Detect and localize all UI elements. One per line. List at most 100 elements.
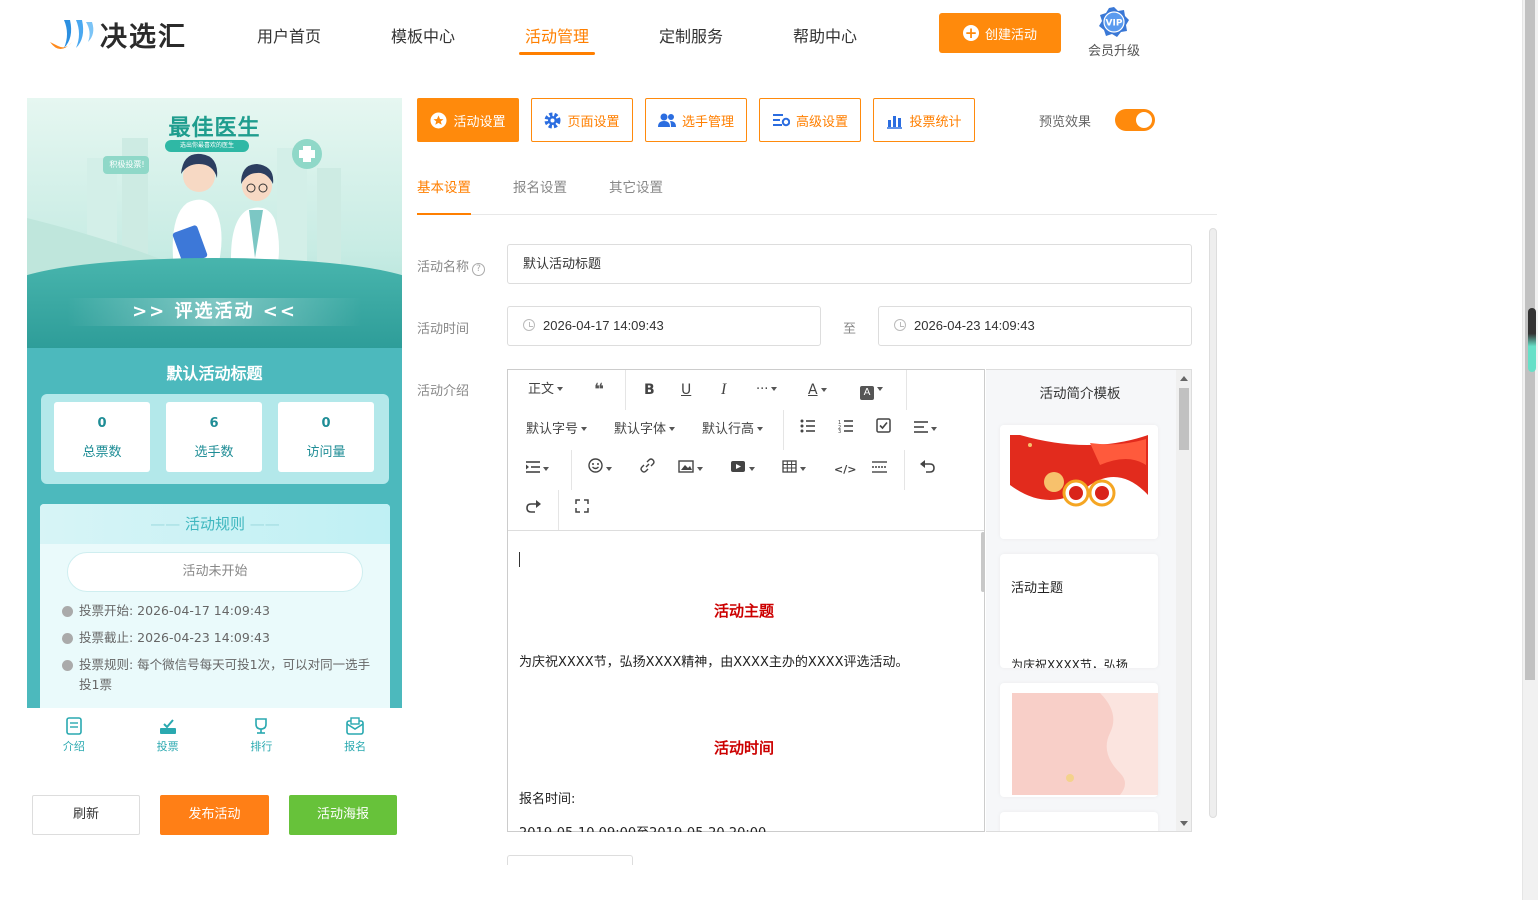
nav-template-center[interactable]: 模板中心 — [356, 0, 490, 70]
tab-label: 高级设置 — [795, 114, 848, 130]
template-scroll-thumb[interactable] — [1179, 388, 1189, 450]
nav-help-center[interactable]: 帮助中心 — [758, 0, 892, 70]
divider-line-button[interactable] — [872, 458, 887, 482]
create-activity-button[interactable]: + 创建活动 — [939, 13, 1061, 53]
underline-button[interactable]: U — [681, 378, 691, 402]
stat-label: 总票数 — [82, 445, 122, 460]
help-icon[interactable]: ? — [472, 263, 486, 276]
quote-button[interactable]: ❝ — [594, 378, 604, 402]
tab-activity-settings[interactable]: 活动设置 — [417, 98, 519, 142]
rich-text-editor: 正文 ❝ B U I ··· A A 默认字号 默认字体 默认行高 123 </… — [507, 369, 985, 832]
emoji-icon — [588, 458, 603, 473]
italic-button[interactable]: I — [721, 378, 726, 402]
subtab-signup-settings[interactable]: 报名设置 — [513, 176, 567, 196]
tab-vote-statistics[interactable]: 投票统计 — [873, 98, 975, 142]
stat-label: 访问量 — [306, 445, 346, 460]
end-time-input[interactable]: 2026-04-23 14:09:43 — [878, 306, 1192, 346]
refresh-button[interactable]: 刷新 — [32, 795, 140, 835]
divider — [904, 450, 905, 490]
settings-subtabs: 基本设置 报名设置 其它设置 — [417, 170, 1217, 215]
numbered-list-button[interactable]: 123 — [838, 418, 854, 442]
editor-scrollbar[interactable] — [981, 532, 985, 592]
template-card[interactable] — [1000, 425, 1158, 539]
rule-vote-start: 投票开始: 2026-04-17 14:09:43 — [62, 603, 390, 621]
rule-text: 投票截止: 2026-04-23 14:09:43 — [79, 630, 270, 645]
trophy-icon — [255, 718, 268, 734]
content-heading: 活动主题 — [713, 602, 774, 620]
tab-label: 活动设置 — [453, 114, 506, 130]
chevron-down-icon — [757, 427, 764, 431]
nav-activity-management[interactable]: 活动管理 — [490, 0, 624, 70]
tab-contestant-management[interactable]: 选手管理 — [645, 98, 747, 142]
form-scrollbar[interactable] — [1209, 228, 1217, 818]
template-card-title: 活动主题 — [1011, 581, 1064, 596]
rule-vote-rule: 投票规则: 每个微信号每天可投1次，可以对同一选手投1票 — [62, 657, 390, 695]
label-text: 活动名称 — [417, 260, 470, 275]
tab-advanced-settings[interactable]: 高级设置 — [759, 98, 861, 142]
template-card[interactable] — [1000, 683, 1158, 797]
tab-intro[interactable]: 介绍 — [27, 708, 121, 768]
chevron-down-icon — [557, 387, 564, 391]
template-card[interactable]: 活动主题 为庆祝XXXX节，弘扬 — [1000, 554, 1158, 668]
chevron-down-icon — [800, 467, 806, 471]
rule-text: 投票开始: 2026-04-17 14:09:43 — [79, 603, 270, 618]
subtab-basic-settings[interactable]: 基本设置 — [417, 176, 471, 215]
indent-select[interactable] — [526, 458, 549, 482]
start-time-input[interactable]: 2026-04-17 14:09:43 — [507, 306, 821, 346]
fullscreen-button[interactable] — [575, 498, 589, 522]
chevron-down-icon — [749, 467, 755, 471]
editor-toolbar: 正文 ❝ B U I ··· A A 默认字号 默认字体 默认行高 123 </… — [508, 370, 984, 531]
vip-badge-icon: VIP — [1098, 6, 1130, 38]
redo-icon — [526, 500, 541, 513]
line-height-label: 默认行高 — [702, 422, 755, 437]
code-button[interactable]: </> — [834, 458, 856, 482]
align-left-icon — [914, 421, 928, 433]
redo-button[interactable] — [526, 498, 541, 522]
background-color-button[interactable]: A — [860, 378, 883, 402]
editor-content[interactable]: 活动主题 为庆祝XXXX节，弘扬XXXX精神，由XXXX主办的XXXX评选活动。… — [508, 532, 980, 832]
subtab-other-settings[interactable]: 其它设置 — [609, 176, 663, 196]
undo-button[interactable] — [920, 458, 935, 482]
template-card[interactable] — [1000, 812, 1158, 831]
vote-icon — [159, 719, 176, 734]
content-paragraph: 为庆祝XXXX节，弘扬XXXX精神，由XXXX主办的XXXX评选活动。 — [519, 655, 909, 670]
tab-ranking[interactable]: 排行 — [215, 708, 309, 768]
nav-custom-service[interactable]: 定制服务 — [624, 0, 758, 70]
logo[interactable]: 决选汇 — [46, 12, 206, 56]
activity-name-input[interactable]: 默认活动标题 — [507, 244, 1192, 284]
stat-value: 0 — [321, 416, 331, 431]
line-height-select[interactable]: 默认行高 — [702, 418, 764, 442]
video-button[interactable] — [730, 458, 755, 482]
activity-poster-button[interactable]: 活动海报 — [289, 795, 397, 835]
font-family-label: 默认字体 — [614, 422, 667, 437]
tab-signup[interactable]: 报名 — [308, 708, 402, 768]
font-color-button[interactable]: A — [808, 378, 827, 402]
tab-page-settings[interactable]: 页面设置 — [531, 98, 633, 142]
banner-bubble: 积极投票! — [109, 160, 145, 169]
tab-vote[interactable]: 投票 — [121, 708, 215, 768]
emoji-button[interactable] — [588, 458, 612, 482]
image-icon — [678, 460, 694, 473]
scroll-up-icon[interactable] — [1180, 376, 1188, 381]
bold-button[interactable]: B — [644, 378, 655, 402]
scroll-down-icon[interactable] — [1180, 821, 1188, 826]
nav-user-home[interactable]: 用户首页 — [222, 0, 356, 70]
preview-toggle-label: 预览效果 — [1039, 115, 1092, 130]
align-select[interactable] — [914, 418, 937, 442]
chevron-down-icon — [771, 387, 778, 391]
font-family-select[interactable]: 默认字体 — [614, 418, 676, 442]
more-styles-button[interactable]: ··· — [756, 378, 778, 402]
preview-tabbar: 介绍 投票 排行 报名 — [27, 708, 402, 768]
table-button[interactable] — [782, 458, 806, 482]
preview-banner: 最佳医生 选出你最喜欢的医生 积极投票! >> 评选活动 << — [27, 98, 402, 348]
publish-activity-button[interactable]: 发布活动 — [160, 795, 269, 835]
font-size-select[interactable]: 默认字号 — [526, 418, 588, 442]
todo-list-button[interactable] — [876, 418, 891, 442]
bullet-list-button[interactable] — [800, 418, 816, 442]
preview-toggle-switch[interactable] — [1115, 109, 1155, 131]
signup-icon — [346, 717, 364, 735]
paragraph-format-select[interactable]: 正文 — [528, 378, 564, 402]
image-button[interactable] — [678, 458, 703, 482]
vip-upgrade[interactable]: VIP 会员升级 — [1084, 6, 1144, 62]
link-button[interactable] — [640, 458, 655, 482]
